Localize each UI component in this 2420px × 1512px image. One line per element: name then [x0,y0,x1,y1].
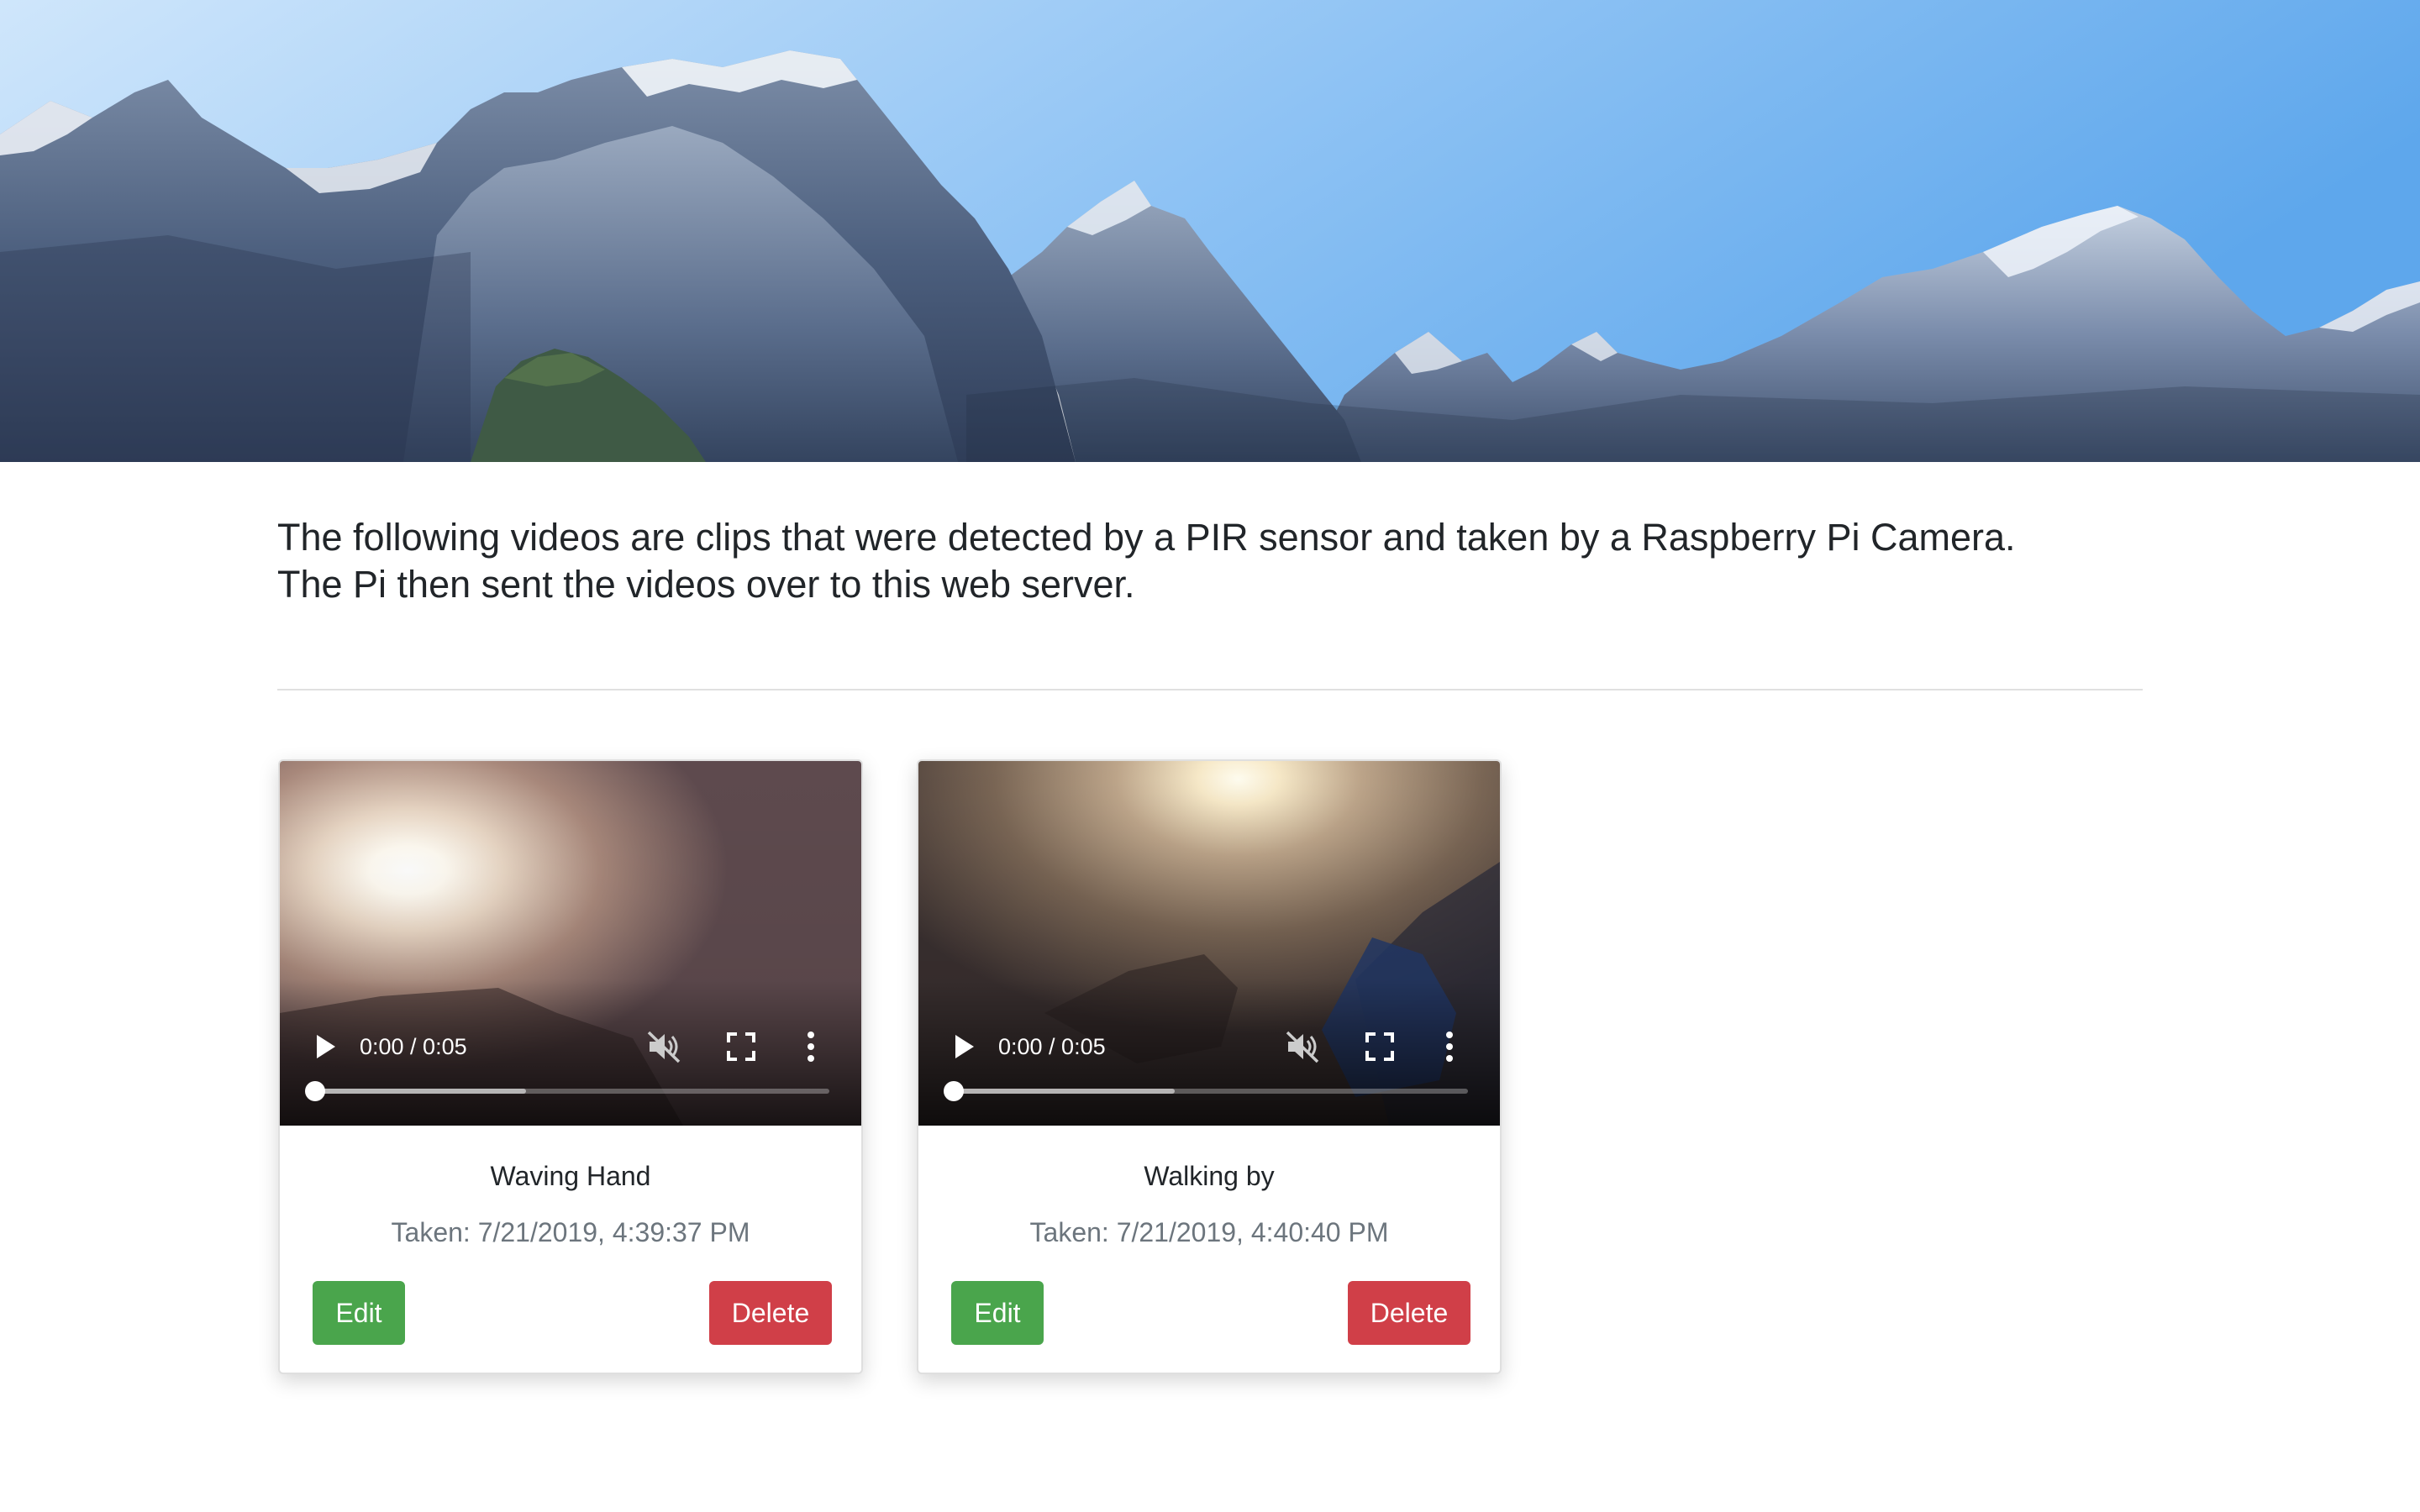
more-options-icon[interactable] [1441,1028,1458,1065]
video-title: Walking by [1144,1161,1275,1191]
seek-thumb[interactable] [944,1081,964,1101]
video-title: Waving Hand [490,1161,651,1191]
edit-button[interactable]: Edit [313,1281,405,1345]
seek-bar[interactable] [305,1080,829,1102]
card-body: Walking by Taken: 7/21/2019, 4:40:40 PM … [918,1126,1500,1373]
seek-buffered [954,1089,1176,1094]
video-card: 0:00 / 0:05 [278,759,863,1374]
delete-button[interactable]: Delete [1348,1281,1470,1345]
seek-bar[interactable] [944,1080,1468,1102]
video-time: 0:00 / 0:05 [360,1034,467,1059]
video-timestamp: Taken: 7/21/2019, 4:40:40 PM [1029,1217,1389,1247]
intro-line-2: The Pi then sent the videos over to this… [277,563,1135,606]
divider [277,689,2143,690]
edit-button[interactable]: Edit [951,1281,1044,1345]
intro-text: The following videos are clips that were… [277,514,2143,608]
hero-banner-image [0,0,2420,462]
video-timestamp: Taken: 7/21/2019, 4:39:37 PM [391,1217,750,1247]
seek-buffered [315,1089,526,1094]
video-time: 0:00 / 0:05 [998,1034,1106,1059]
delete-button[interactable]: Delete [709,1281,832,1345]
seek-thumb[interactable] [305,1081,325,1101]
card-body: Waving Hand Taken: 7/21/2019, 4:39:37 PM… [280,1126,861,1373]
play-icon[interactable] [949,1032,979,1062]
page: The following videos are clips that were… [0,0,2420,1512]
intro-line-1: The following videos are clips that were… [277,516,2016,559]
fullscreen-icon[interactable] [725,1031,757,1063]
video-controls: 0:00 / 0:05 [280,761,861,1126]
fullscreen-icon[interactable] [1364,1031,1396,1063]
muted-volume-icon[interactable] [644,1028,683,1065]
video-player[interactable]: 0:00 / 0:05 [280,761,861,1126]
video-card: 0:00 / 0:05 [917,759,1502,1374]
video-controls: 0:00 / 0:05 [918,761,1500,1126]
video-player[interactable]: 0:00 / 0:05 [918,761,1500,1126]
muted-volume-icon[interactable] [1283,1028,1322,1065]
play-icon[interactable] [310,1032,340,1062]
more-options-icon[interactable] [802,1028,819,1065]
